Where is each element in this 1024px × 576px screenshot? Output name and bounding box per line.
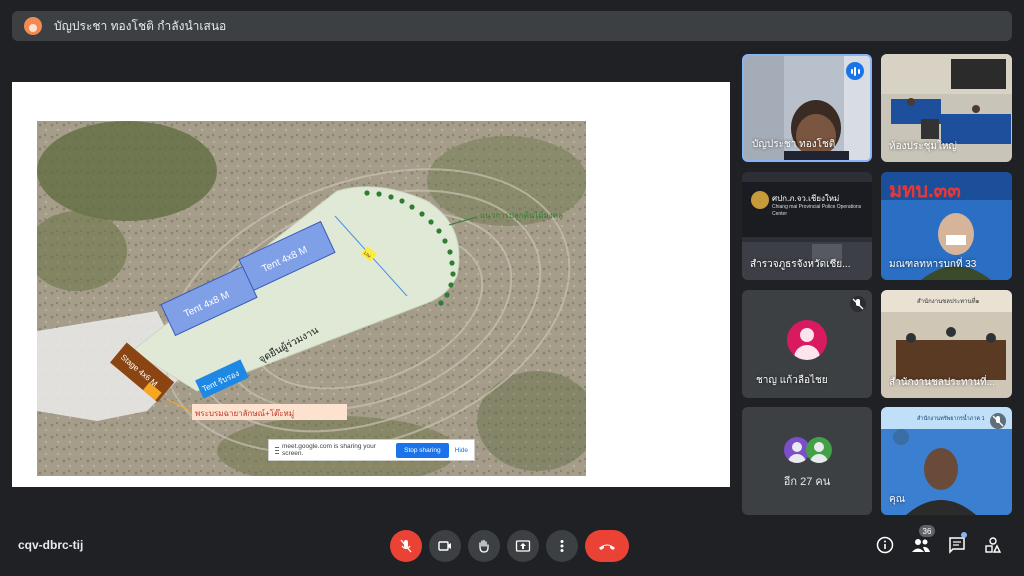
mic-off-icon	[990, 413, 1006, 429]
participant-tile-irrigation[interactable]: สำนักงานชลประทานที่๑ สำนักงานชลประทานที่…	[881, 290, 1012, 398]
participant-count-badge: 36	[919, 525, 935, 537]
royal-portrait-label: พระบรมฉายาลักษณ์+โต๊ะหมู่	[195, 408, 294, 419]
participant-tile-meeting-room[interactable]: ห้องประชุมใหญ่	[881, 54, 1012, 162]
shared-screen: 12M Tent 4x8 M Tent 4x8 M Tent รับรอง St…	[12, 82, 730, 487]
participant-tile-others[interactable]: อีก 27 คน	[742, 407, 872, 515]
meeting-code: cqv-dbrc-tij	[18, 538, 84, 552]
activities-button[interactable]	[982, 534, 1004, 556]
participant-tile-self[interactable]: สำนักงานทรัพยากรน้ำภาค 1 คุณ	[881, 407, 1012, 515]
present-now-button[interactable]	[507, 530, 539, 562]
bottom-toolbar: cqv-dbrc-tij 36	[0, 520, 1024, 576]
participant-tile-presenter[interactable]: บัญประชา ทองโชติ	[742, 54, 872, 162]
camera-toggle-button[interactable]	[429, 530, 461, 562]
irrigation-sign-text: สำนักงานชลประทานที่๑	[917, 299, 980, 305]
others-count: อีก 27 คน	[783, 476, 831, 488]
hide-banner-link[interactable]: Hide	[455, 447, 468, 454]
participant-tile-charn[interactable]: ชาญ แก้วลือไชย	[742, 290, 872, 398]
tree-line-label: แนวการปลูกต้นไม้มงคล	[480, 211, 563, 221]
more-options-button[interactable]	[546, 530, 578, 562]
mic-off-icon	[850, 296, 866, 312]
participant-avatar	[787, 320, 827, 360]
site-plan-image: 12M Tent 4x8 M Tent 4x8 M Tent รับรอง St…	[37, 121, 586, 476]
raise-hand-icon	[479, 539, 489, 553]
meeting-info-button[interactable]	[874, 534, 896, 556]
camera-icon	[438, 541, 451, 551]
info-icon	[876, 536, 894, 554]
mic-toggle-button[interactable]	[390, 530, 422, 562]
presenting-banner[interactable]: บัญประชา ทองโชติ กำลังนำเสนอ	[12, 11, 1012, 41]
leave-call-button[interactable]	[585, 530, 629, 562]
self-sign-text: สำนักงานทรัพยากรน้ำภาค 1	[917, 416, 985, 422]
speaking-indicator-icon	[846, 62, 864, 80]
people-button[interactable]	[910, 534, 932, 556]
chat-icon	[949, 537, 965, 554]
participant-name: ชาญ แก้วลือไชย	[756, 375, 828, 386]
present-icon	[515, 540, 531, 552]
chat-notification-dot	[961, 532, 967, 538]
end-call-icon	[599, 544, 615, 550]
participant-tile-police[interactable]: ศปก.ภ.จว.เชียงใหม่ Chiang mai Provincial…	[742, 172, 872, 280]
participant-tile-army[interactable]: มทบ.๓๓ มณฑลทหารบกที่ 33	[881, 172, 1012, 280]
share-banner-message: meet.google.com is sharing your screen.	[282, 443, 376, 457]
participant-name: สำนักงานชลประทานที่...	[889, 377, 995, 388]
people-icon	[912, 539, 930, 552]
more-options-icon	[560, 540, 564, 552]
participant-avatar	[806, 437, 832, 463]
activities-icon	[985, 537, 1002, 553]
mic-off-icon	[400, 539, 412, 553]
raise-hand-button[interactable]	[468, 530, 500, 562]
screen-share-banner: meet.google.com is sharing your screen. …	[268, 439, 475, 461]
police-sign-subtext: Chiang mai Provincial Police Operations …	[772, 204, 862, 217]
presenting-title: บัญประชา ทองโชติ กำลังนำเสนอ	[54, 18, 227, 33]
participant-name: บัญประชา ทองโชติ	[752, 139, 836, 150]
stop-sharing-button[interactable]: Stop sharing	[396, 442, 449, 458]
drag-handle-icon	[275, 446, 279, 454]
participant-name: คุณ	[889, 494, 905, 505]
army-sign-text: มทบ.๓๓	[889, 180, 961, 202]
participant-name: สำรวจภูธรจังหวัดเชีย...	[750, 259, 851, 270]
participant-name: มณฑลทหารบกที่ 33	[889, 259, 977, 270]
presenter-avatar	[24, 17, 42, 35]
participant-name: ห้องประชุมใหญ่	[889, 141, 957, 152]
